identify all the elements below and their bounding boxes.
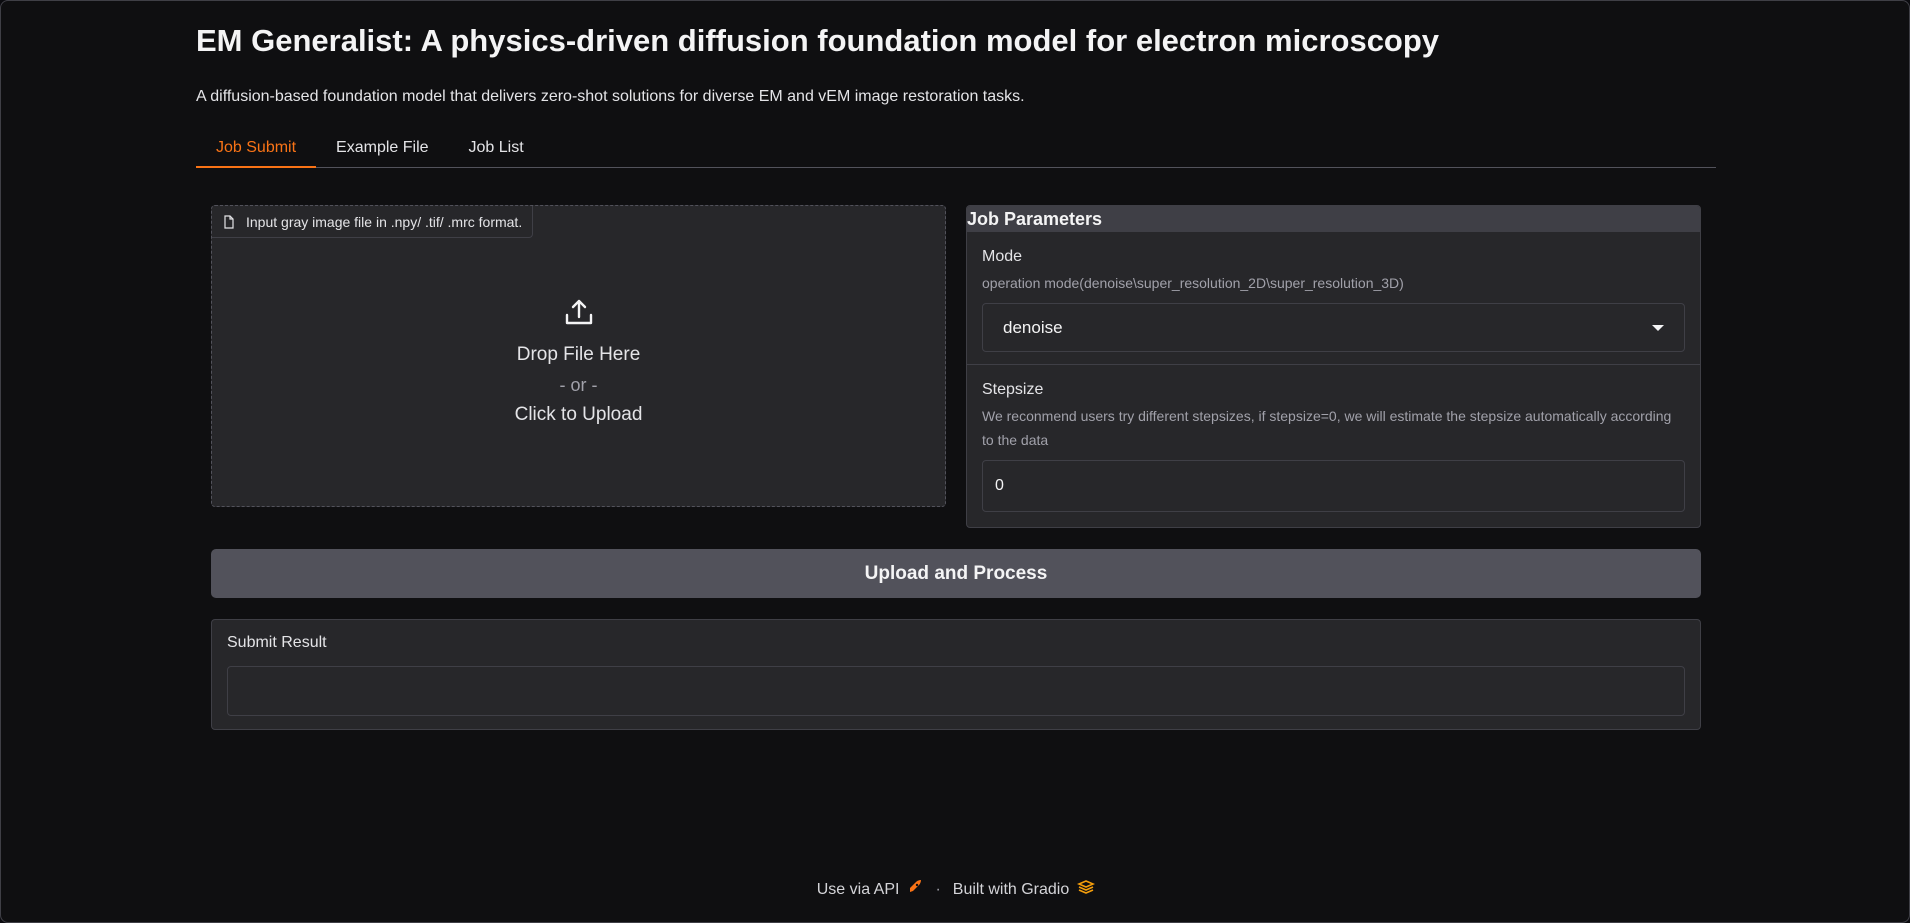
or-separator-text: - or - [559,375,598,395]
drop-file-text: Drop File Here [516,344,641,365]
file-upload-label: Input gray image file in .npy/ .tif/ .mr… [212,206,534,238]
stepsize-label: Stepsize [982,381,1044,398]
click-to-upload-text[interactable]: Click to Upload [515,400,643,430]
mode-label: Mode [982,248,1023,265]
page-title: EM Generalist: A physics-driven diffusio… [196,23,1440,58]
use-via-api-label: Use via API [816,880,900,898]
file-upload-label-text: Input gray image file in .npy/ .tif/ .mr… [246,213,523,230]
job-parameters-header: Job Parameters [967,206,1700,232]
footer: Use via API · Built with Gradio [1,879,1910,900]
rocket-icon [907,879,923,900]
file-icon [222,214,236,229]
mode-info: operation mode(denoise\super_resolution_… [982,275,1404,291]
stepsize-info: We reconmend users try different stepsiz… [982,408,1672,448]
upload-prompt[interactable]: Drop File Here - or - Click to Upload [212,296,945,430]
gradio-logo-icon [1077,879,1096,900]
tab-example-file[interactable]: Example File [316,131,448,168]
submit-result-label: Submit Result [227,634,327,651]
tab-job-list[interactable]: Job List [449,131,544,168]
built-with-gradio-label: Built with Gradio [952,880,1070,898]
mode-dropdown[interactable]: denoise [982,303,1685,352]
built-with-gradio-link[interactable]: Built with Gradio [953,881,1070,899]
submit-result-textbox[interactable] [227,666,1685,716]
mode-field: Mode operation mode(denoise\super_resolu… [967,232,1700,352]
stepsize-input[interactable]: 0 [982,460,1685,512]
tab-job-submit[interactable]: Job Submit [196,131,317,168]
page-subtitle: A diffusion-based foundation model that … [196,88,1025,105]
upload-icon [563,296,595,328]
use-via-api-link[interactable]: Use via API [817,881,900,899]
chevron-down-icon[interactable] [1652,324,1664,331]
job-parameters-panel: Job Parameters Mode operation mode(denoi… [966,205,1701,528]
upload-and-process-button[interactable]: Upload and Process [211,549,1701,598]
footer-separator: · [935,880,941,898]
file-upload-dropzone[interactable]: Input gray image file in .npy/ .tif/ .mr… [211,205,946,507]
app-window: EM Generalist: A physics-driven diffusio… [0,0,1910,923]
submit-result-panel: Submit Result [211,619,1701,730]
tab-bar: Job Submit Example File Job List [196,131,1716,168]
mode-selected-value: denoise [1003,317,1063,337]
stepsize-field: Stepsize We reconmend users try differen… [967,365,1700,512]
